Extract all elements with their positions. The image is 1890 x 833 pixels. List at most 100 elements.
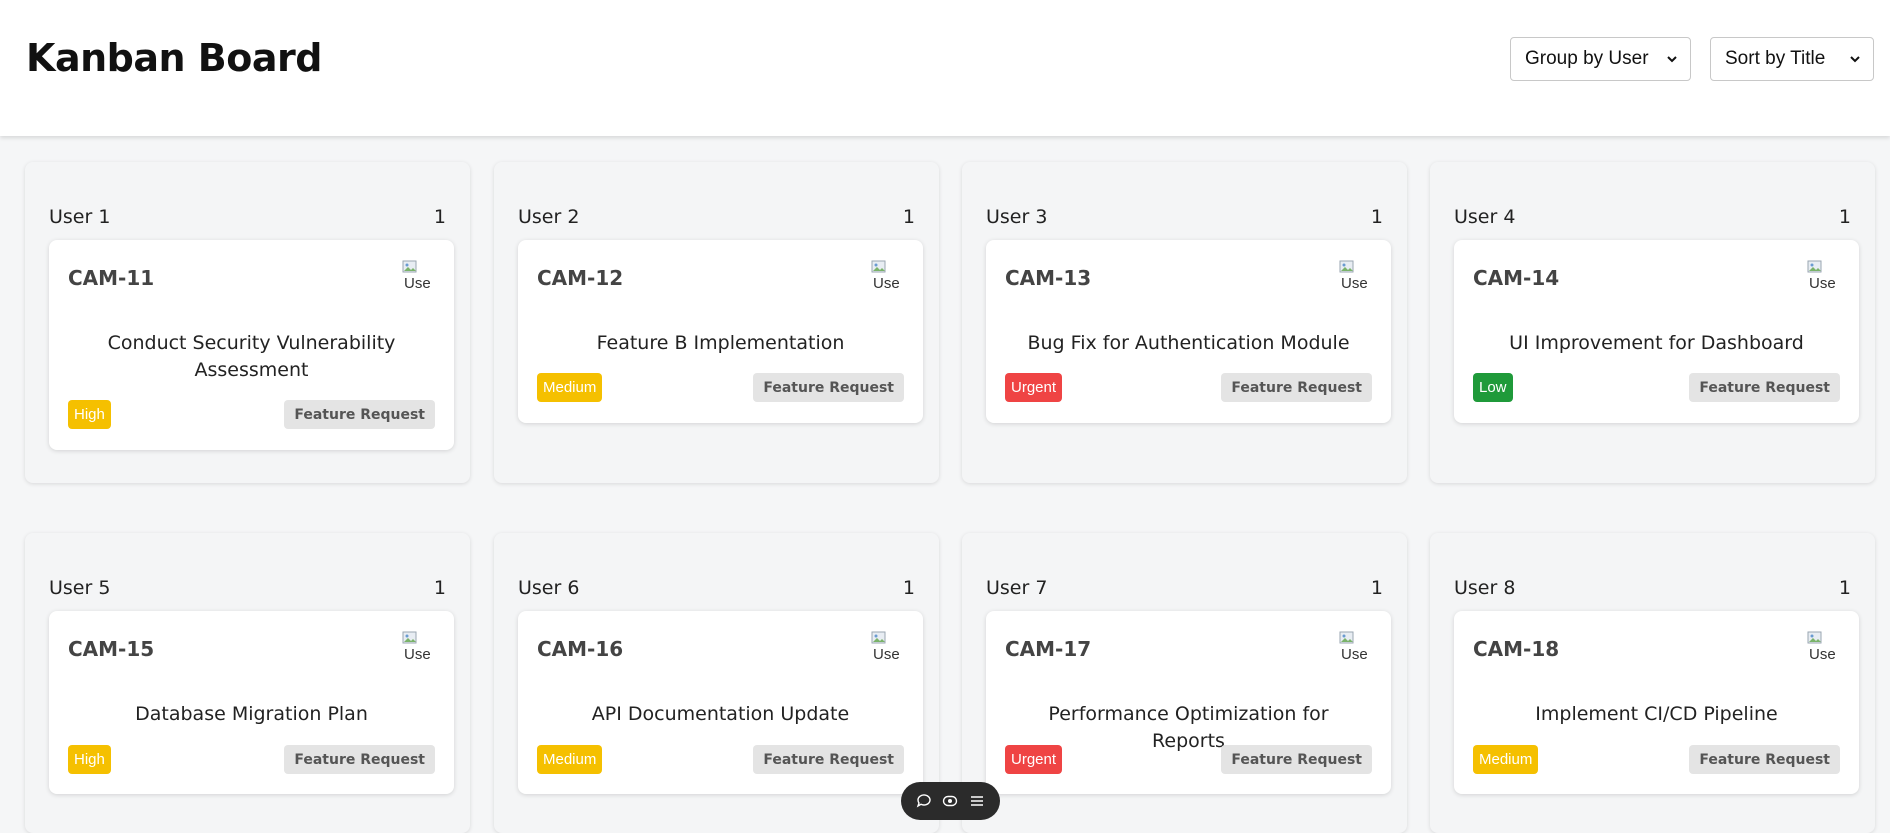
task-card[interactable]: CAM-13 Use Bug Fix for Authentication Mo… [986,240,1391,423]
broken-image-icon [1339,631,1354,644]
column-count: 1 [1370,577,1383,599]
column-user-7: User 7 1 CAM-17 Use Performance Optimizat… [962,533,1407,833]
avatar: Use [869,259,899,295]
avatar-alt-text: Use [873,275,899,292]
column-user-6: User 6 1 CAM-16 Use API Documentation Upd… [494,533,939,833]
avatar-alt-text: Use [404,646,430,663]
type-tag: Feature Request [1221,373,1372,402]
type-tag: Feature Request [1221,745,1372,774]
card-id: CAM-14 [1473,266,1560,290]
column-count: 1 [902,577,915,599]
chevron-down-icon [1667,56,1677,63]
type-tag: Feature Request [1689,373,1840,402]
card-title: Implement CI/CD Pipeline [1535,703,1778,725]
broken-image-icon [871,631,886,644]
avatar-alt-text: Use [1341,646,1367,663]
type-tag: Feature Request [753,745,904,774]
chevron-down-icon [1850,56,1860,63]
column-user-4: User 4 1 CAM-14 Use UI Improvement for Da… [1430,162,1875,483]
column-title: User 1 [49,206,111,228]
priority-badge: Low [1473,373,1513,402]
avatar-alt-text: Use [404,275,430,292]
type-tag: Feature Request [284,745,435,774]
broken-image-icon [1807,260,1822,273]
column-count: 1 [902,206,915,228]
column-count: 1 [1370,206,1383,228]
task-card[interactable]: CAM-12 Use Feature B Implementation Medi… [518,240,923,423]
card-id: CAM-18 [1473,637,1560,661]
avatar: Use [1337,630,1367,666]
priority-badge: Urgent [1005,745,1063,774]
task-card[interactable]: CAM-17 Use Performance Optimization for … [986,611,1391,794]
column-title: User 3 [986,206,1048,228]
avatar-alt-text: Use [873,646,899,663]
card-title: Database Migration Plan [135,703,368,725]
eye-icon[interactable] [942,793,958,809]
floating-toolbar [901,782,1000,820]
app-header: Kanban Board Group by User Sort by Title [0,0,1890,136]
priority-badge: Urgent [1005,373,1063,402]
card-title: Conduct Security Vulnerability Assessmen… [107,332,396,381]
group-by-select-value: Group by User [1525,48,1649,69]
task-card[interactable]: CAM-16 Use API Documentation Update Medi… [518,611,923,794]
task-card[interactable]: CAM-11 Use Conduct Security Vulnerabilit… [49,240,454,450]
menu-icon[interactable] [969,793,985,809]
card-id: CAM-11 [68,266,155,290]
column-user-2: User 2 1 CAM-12 Use Feature B Implementat… [494,162,939,483]
card-id: CAM-13 [1005,266,1092,290]
sort-by-select[interactable]: Sort by Title [1710,37,1874,81]
avatar: Use [400,630,430,666]
column-title: User 6 [518,577,580,599]
column-title: User 5 [49,577,111,599]
avatar: Use [1805,630,1835,666]
column-count: 1 [433,206,446,228]
priority-badge: Medium [1473,745,1539,774]
avatar-alt-text: Use [1809,275,1835,292]
column-user-3: User 3 1 CAM-13 Use Bug Fix for Authentic… [962,162,1407,483]
avatar-alt-text: Use [1341,275,1367,292]
card-id: CAM-17 [1005,637,1092,661]
card-title: Bug Fix for Authentication Module [1027,332,1350,354]
column-user-1: User 1 1 CAM-11 Use Conduct Security Vuln… [25,162,470,483]
avatar: Use [1337,259,1367,295]
column-count: 1 [1838,206,1851,228]
column-user-5: User 5 1 CAM-15 Use Database Migration Pl… [25,533,470,833]
priority-badge: Medium [537,373,603,402]
broken-image-icon [402,260,417,273]
broken-image-icon [402,631,417,644]
sort-by-select-value: Sort by Title [1725,48,1826,69]
broken-image-icon [871,260,886,273]
avatar: Use [1805,259,1835,295]
type-tag: Feature Request [1689,745,1840,774]
kanban-board: User 1 1 CAM-11 Use Conduct Security Vuln… [0,136,1890,833]
column-title: User 2 [518,206,580,228]
priority-badge: High [68,400,111,429]
broken-image-icon [1807,631,1822,644]
group-by-select[interactable]: Group by User [1510,37,1691,81]
card-id: CAM-16 [537,637,624,661]
comment-icon[interactable] [916,793,932,809]
column-title: User 8 [1454,577,1516,599]
column-count: 1 [433,577,446,599]
column-title: User 7 [986,577,1048,599]
broken-image-icon [1339,260,1354,273]
type-tag: Feature Request [753,373,904,402]
card-title: API Documentation Update [591,703,850,725]
card-title: Feature B Implementation [596,332,845,354]
column-title: User 4 [1454,206,1516,228]
task-card[interactable]: CAM-15 Use Database Migration Plan High … [49,611,454,794]
priority-badge: Medium [537,745,603,774]
task-card[interactable]: CAM-14 Use UI Improvement for Dashboard … [1454,240,1859,423]
card-title: UI Improvement for Dashboard [1509,332,1804,354]
priority-badge: High [68,745,111,774]
card-id: CAM-12 [537,266,624,290]
avatar-alt-text: Use [1809,646,1835,663]
avatar: Use [869,630,899,666]
card-id: CAM-15 [68,637,155,661]
task-card[interactable]: CAM-18 Use Implement CI/CD Pipeline Medi… [1454,611,1859,794]
page-title: Kanban Board [26,36,322,80]
column-user-8: User 8 1 CAM-18 Use Implement CI/CD Pipel… [1430,533,1875,833]
type-tag: Feature Request [284,400,435,429]
column-count: 1 [1838,577,1851,599]
avatar: Use [400,259,430,295]
